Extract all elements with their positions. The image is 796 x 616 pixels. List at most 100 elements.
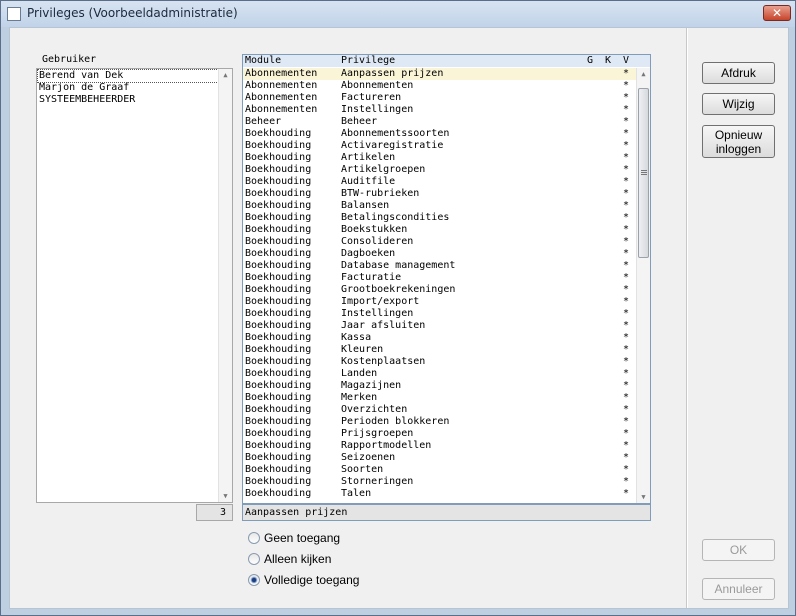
cell-v: *	[623, 392, 630, 403]
cell-v: *	[623, 296, 630, 307]
ok-button[interactable]: OK	[702, 539, 775, 561]
cell-privilege: Instellingen	[341, 104, 414, 115]
scroll-down-icon[interactable]: ▼	[637, 491, 650, 503]
user-rows: Berend van Dek Marjon de Graaf SYSTEEMBEHE…	[37, 69, 219, 106]
privilege-row[interactable]: Boekhouding Soorten *	[243, 464, 636, 476]
privilege-row[interactable]: Boekhouding Prijsgroepen *	[243, 428, 636, 440]
privilege-row[interactable]: Boekhouding Grootboekrekeningen *	[243, 284, 636, 296]
user-list[interactable]: Berend van Dek Marjon de Graaf SYSTEEMBEHE…	[36, 68, 233, 503]
privilege-row[interactable]: Abonnementen Aanpassen prijzen *	[243, 68, 636, 80]
cell-privilege: Prijsgroepen	[341, 428, 414, 439]
window-icon	[7, 7, 21, 21]
cell-v: *	[623, 356, 630, 367]
privilege-row[interactable]: Boekhouding Dagboeken *	[243, 248, 636, 260]
radio-circle[interactable]	[248, 532, 260, 544]
privilege-row[interactable]: Boekhouding Magazijnen *	[243, 380, 636, 392]
cell-privilege: Instellingen	[341, 308, 414, 319]
grid-rows: Abonnementen Aanpassen prijzen * Abonnement…	[243, 68, 636, 500]
cell-module: Boekhouding	[245, 260, 312, 271]
cell-privilege: Facturatie	[341, 272, 402, 283]
cell-module: Boekhouding	[245, 344, 312, 355]
cell-v: *	[623, 80, 630, 91]
cell-module: Boekhouding	[245, 404, 312, 415]
privilege-row[interactable]: Boekhouding Facturatie *	[243, 272, 636, 284]
privilege-row[interactable]: Abonnementen Instellingen *	[243, 104, 636, 116]
privilege-row[interactable]: Boekhouding Instellingen *	[243, 308, 636, 320]
cell-privilege: Abonnementssoorten	[341, 128, 450, 139]
privilege-row[interactable]: Boekhouding Jaar afsluiten *	[243, 320, 636, 332]
cell-module: Boekhouding	[245, 368, 312, 379]
privilege-row[interactable]: Boekhouding Activaregistratie *	[243, 140, 636, 152]
privilege-row[interactable]: Boekhouding Import/export *	[243, 296, 636, 308]
column-header-v[interactable]: V	[623, 55, 629, 67]
privilege-row[interactable]: Boekhouding Artikelen *	[243, 152, 636, 164]
privilege-row[interactable]: Boekhouding Kostenplaatsen *	[243, 356, 636, 368]
privilege-row[interactable]: Boekhouding Perioden blokkeren *	[243, 416, 636, 428]
privilege-row[interactable]: Boekhouding Kleuren *	[243, 344, 636, 356]
cell-v: *	[623, 140, 630, 151]
cell-v: *	[623, 68, 630, 79]
privilege-row[interactable]: Boekhouding Overzichten *	[243, 404, 636, 416]
grid-scrollbar[interactable]: ▲ ▼	[636, 68, 650, 503]
cell-privilege: BTW-rubrieken	[341, 188, 420, 199]
cell-privilege: Landen	[341, 368, 378, 379]
cell-v: *	[623, 428, 630, 439]
print-button[interactable]: Afdruk	[702, 62, 775, 84]
privilege-row[interactable]: Boekhouding Landen *	[243, 368, 636, 380]
user-list-item[interactable]: Berend van Dek	[37, 69, 219, 83]
privilege-row[interactable]: Boekhouding Balansen *	[243, 200, 636, 212]
relogin-label-line1: Opnieuw	[714, 128, 763, 142]
user-list-item[interactable]: SYSTEEMBEHEERDER	[38, 94, 218, 106]
radio-circle[interactable]	[248, 553, 260, 565]
cell-v: *	[623, 116, 630, 127]
radio-circle[interactable]	[248, 574, 260, 586]
column-header-module[interactable]: Module	[245, 55, 281, 67]
column-header-g[interactable]: G	[587, 55, 593, 67]
cell-privilege: Abonnementen	[341, 80, 414, 91]
privilege-row[interactable]: Abonnementen Factureren *	[243, 92, 636, 104]
privilege-row[interactable]: Abonnementen Abonnementen *	[243, 80, 636, 92]
cell-module: Boekhouding	[245, 236, 312, 247]
scroll-up-icon[interactable]: ▲	[637, 68, 650, 80]
cell-module: Boekhouding	[245, 464, 312, 475]
privilege-row[interactable]: Boekhouding BTW-rubrieken *	[243, 188, 636, 200]
cell-privilege: Overzichten	[341, 404, 408, 415]
user-list-scrollbar[interactable]: ▲ ▼	[218, 69, 232, 502]
privilege-row[interactable]: Boekhouding Kassa *	[243, 332, 636, 344]
cell-v: *	[623, 200, 630, 211]
close-button[interactable]: ✕	[763, 5, 791, 21]
cell-v: *	[623, 344, 630, 355]
cell-module: Boekhouding	[245, 320, 312, 331]
privilege-row[interactable]: Boekhouding Seizoenen *	[243, 452, 636, 464]
privilege-row[interactable]: Boekhouding Talen *	[243, 488, 636, 500]
cell-privilege: Activaregistratie	[341, 140, 444, 151]
privilege-row[interactable]: Beheer Beheer *	[243, 116, 636, 128]
user-count: 3	[196, 504, 233, 521]
column-header-privilege[interactable]: Privilege	[341, 55, 395, 67]
privilege-row[interactable]: Boekhouding Merken *	[243, 392, 636, 404]
privilege-row[interactable]: Boekhouding Betalingscondities *	[243, 212, 636, 224]
cell-privilege: Seizoenen	[341, 452, 396, 463]
relogin-button[interactable]: Opnieuw inloggen	[702, 125, 775, 158]
grid-scroll-thumb[interactable]	[638, 88, 649, 258]
cell-module: Boekhouding	[245, 296, 312, 307]
privilege-row[interactable]: Boekhouding Boekstukken *	[243, 224, 636, 236]
privilege-row[interactable]: Boekhouding Database management *	[243, 260, 636, 272]
radio-label: Geen toegang	[264, 531, 341, 545]
privilege-row[interactable]: Boekhouding Rapportmodellen *	[243, 440, 636, 452]
privilege-grid[interactable]: Module Privilege G K V Abonnementen Aanpa…	[242, 54, 651, 504]
scroll-down-icon[interactable]: ▼	[219, 490, 232, 502]
cell-module: Boekhouding	[245, 428, 312, 439]
column-header-k[interactable]: K	[605, 55, 611, 67]
user-list-item[interactable]: Marjon de Graaf	[38, 82, 218, 94]
privilege-row[interactable]: Boekhouding Consolideren *	[243, 236, 636, 248]
privilege-row[interactable]: Boekhouding Abonnementssoorten *	[243, 128, 636, 140]
privilege-row[interactable]: Boekhouding Storneringen *	[243, 476, 636, 488]
privilege-row[interactable]: Boekhouding Auditfile *	[243, 176, 636, 188]
scroll-up-icon[interactable]: ▲	[219, 69, 232, 81]
cancel-button[interactable]: Annuleer	[702, 578, 775, 600]
privilege-row[interactable]: Boekhouding Artikelgroepen *	[243, 164, 636, 176]
cell-privilege: Perioden blokkeren	[341, 416, 450, 427]
cell-v: *	[623, 104, 630, 115]
edit-button[interactable]: Wijzig	[702, 93, 775, 115]
